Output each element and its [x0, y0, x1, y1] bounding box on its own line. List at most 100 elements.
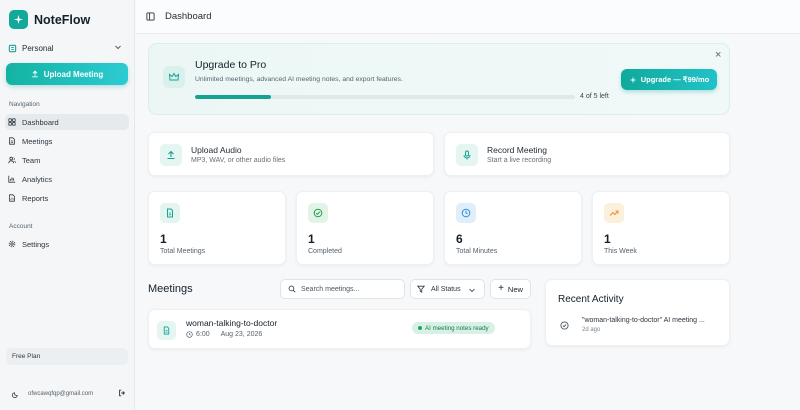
close-icon[interactable]: ×: [715, 50, 721, 61]
clock-icon: [186, 331, 193, 338]
search-icon: [288, 285, 296, 293]
stat-card-total-meetings: 1 Total Meetings: [148, 191, 286, 265]
workspace-switcher[interactable]: Personal: [8, 40, 126, 56]
sidebar-item-label: Team: [22, 155, 41, 165]
status-filter-value: All Status: [431, 285, 461, 293]
account-section-label: Account: [9, 223, 33, 230]
sidebar-item-label: Reports: [22, 193, 49, 203]
sidebar-item-settings[interactable]: Settings: [5, 236, 129, 252]
upload-audio-title: Upload Audio: [191, 145, 242, 155]
record-meeting-subtitle: Start a live recording: [487, 157, 552, 164]
upload-meeting-button[interactable]: Upload Meeting: [6, 63, 128, 85]
sparkles-logo-icon: [9, 10, 28, 29]
upgrade-button[interactable]: Upgrade — ₹99/mo: [621, 69, 717, 90]
meeting-meta: 6:00 Aug 23, 2026: [186, 331, 262, 338]
recent-activity-heading: Recent Activity: [558, 294, 624, 305]
clock-icon: [456, 203, 476, 223]
gear-icon: [8, 240, 16, 248]
recent-activity-panel: Recent Activity "woman-talking-to-doctor…: [545, 279, 730, 346]
meeting-title: woman-talking-to-doctor: [186, 318, 278, 328]
stat-value: 6: [456, 232, 463, 246]
check-circle-icon: [308, 203, 328, 223]
plan-badge: Free Plan: [6, 348, 128, 365]
status-dot: [418, 326, 422, 330]
activity-time: 2d ago: [582, 327, 601, 333]
usage-remaining: 4 of 5 left: [580, 93, 609, 100]
meetings-heading: Meetings: [148, 283, 193, 295]
meeting-duration: 6:00: [196, 331, 210, 338]
logo[interactable]: NoteFlow: [9, 10, 90, 29]
document-icon: [157, 321, 176, 340]
stat-card-total-minutes: 6 Total Minutes: [444, 191, 582, 265]
document-icon: [160, 203, 180, 223]
check-circle-icon: [560, 321, 569, 330]
sidebar-item-reports[interactable]: Reports: [5, 190, 129, 206]
chevron-down-icon: [115, 45, 121, 50]
upgrade-button-label: Upgrade — ₹99/mo: [640, 75, 710, 84]
report-icon: [9, 194, 15, 202]
search-input[interactable]: Search meetings...: [280, 279, 405, 299]
stat-value: 1: [604, 232, 611, 246]
sidebar-item-label: Dashboard: [22, 117, 59, 127]
new-button-label: New: [507, 284, 523, 294]
stat-value: 1: [160, 232, 167, 246]
status-badge-label: AI meeting notes ready: [425, 324, 489, 332]
stat-card-completed: 1 Completed: [296, 191, 434, 265]
logout-icon[interactable]: [118, 389, 126, 397]
stat-label: Total Minutes: [456, 248, 498, 255]
upload-icon: [160, 144, 182, 166]
stat-card-this-week: 1 This Week: [592, 191, 730, 265]
sidebar-item-meetings[interactable]: Meetings: [5, 133, 129, 149]
chart-icon: [8, 175, 16, 183]
usage-progress-bar: [195, 95, 575, 99]
upload-audio-subtitle: MP3, WAV, or other audio files: [191, 157, 286, 164]
usage-progress-fill: [195, 95, 271, 99]
sidebar-item-label: Meetings: [22, 136, 53, 146]
sidebar-item-dashboard[interactable]: Dashboard: [5, 114, 129, 130]
upload-icon: [31, 70, 38, 78]
sidebar: NoteFlow Personal Upload Meeting Navigat…: [0, 0, 135, 410]
building-icon: [8, 44, 17, 52]
dashboard-icon: [8, 118, 16, 126]
sidebar-item-label: Settings: [22, 239, 50, 249]
stat-label: Total Meetings: [160, 248, 206, 255]
new-meeting-button[interactable]: + New: [490, 279, 531, 299]
upload-meeting-label: Upload Meeting: [43, 69, 104, 79]
nav-section-label: Navigation: [9, 101, 40, 108]
file-icon: [9, 137, 15, 145]
upgrade-title: Upgrade to Pro: [195, 59, 267, 71]
crown-icon: [163, 66, 185, 88]
stat-value: 1: [308, 232, 315, 246]
user-email: ofwcawqfqp@gmail.com: [28, 391, 94, 397]
upload-audio-card[interactable]: Upload Audio MP3, WAV, or other audio fi…: [148, 132, 434, 176]
top-bar: Dashboard: [136, 0, 800, 34]
stat-label: This Week: [604, 248, 637, 255]
record-meeting-card[interactable]: Record Meeting Start a live recording: [444, 132, 730, 176]
meeting-date: Aug 23, 2026: [220, 331, 263, 338]
record-meeting-title: Record Meeting: [487, 145, 548, 155]
plan-label: Free Plan: [12, 353, 41, 360]
workspace-name: Personal: [22, 43, 54, 53]
sidebar-item-label: Analytics: [22, 174, 53, 184]
sidebar-item-team[interactable]: Team: [5, 152, 129, 168]
trending-up-icon: [604, 203, 624, 223]
status-badge: AI meeting notes ready: [412, 322, 495, 334]
status-filter-select[interactable]: All Status: [410, 279, 485, 299]
sparkles-icon: [629, 76, 637, 83]
plus-icon: +: [498, 283, 504, 294]
sidebar-item-analytics[interactable]: Analytics: [5, 171, 129, 187]
moon-icon[interactable]: [12, 391, 19, 398]
activity-text: "woman-talking-to-doctor" AI meeting ...: [582, 317, 705, 324]
app-name: NoteFlow: [34, 12, 91, 27]
meeting-row[interactable]: woman-talking-to-doctor 6:00 Aug 23, 202…: [148, 309, 531, 349]
upgrade-description: Unlimited meetings, advanced AI meeting …: [195, 76, 403, 83]
users-icon: [8, 156, 16, 164]
microphone-icon: [456, 144, 478, 166]
search-placeholder: Search meetings...: [301, 285, 360, 293]
account-row: ofwcawqfqp@gmail.com: [12, 388, 126, 400]
page-title: Dashboard: [165, 11, 212, 22]
stat-label: Completed: [308, 248, 342, 255]
chevron-down-icon: [469, 288, 475, 293]
sidebar-toggle-icon[interactable]: [146, 12, 155, 21]
filter-icon: [417, 285, 425, 293]
